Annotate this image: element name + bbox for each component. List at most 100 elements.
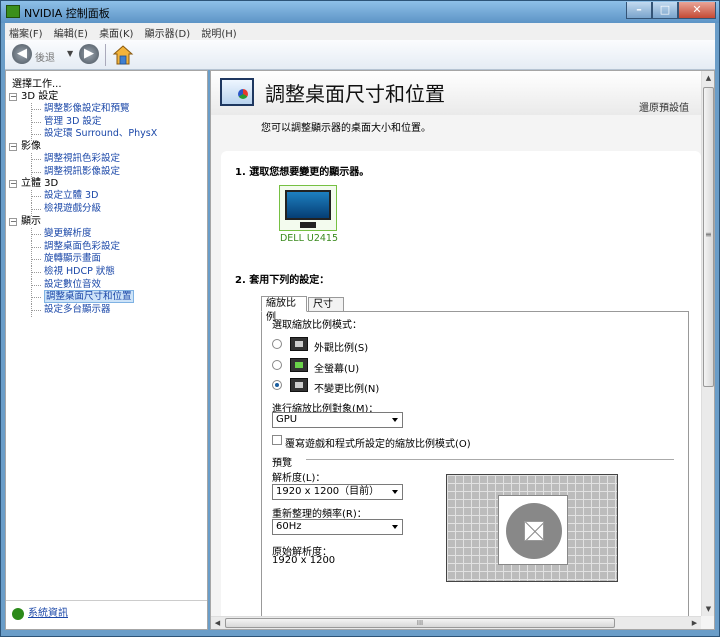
chevron-down-icon xyxy=(392,490,398,494)
tree-item[interactable]: 設定多台顯示器 xyxy=(6,303,206,317)
collapse-icon[interactable]: − xyxy=(9,93,17,101)
option-aspect-ratio[interactable]: 外觀比例(S) xyxy=(314,339,368,354)
maximize-button[interactable]: □ xyxy=(652,2,678,19)
preview-circle xyxy=(506,503,562,559)
tree-category-display[interactable]: − 顯示 xyxy=(6,216,206,228)
chevron-down-icon xyxy=(392,525,398,529)
desktop-size-icon xyxy=(220,78,254,106)
home-icon[interactable] xyxy=(112,44,134,66)
tree-item[interactable]: 調整影像設定和預覽 xyxy=(6,103,206,116)
tree-item[interactable]: 管理 3D 設定 xyxy=(6,115,206,129)
horizontal-scrollbar[interactable]: ◀ III ▶ xyxy=(211,616,701,629)
tree-category-3d-settings[interactable]: −3D 設定 xyxy=(6,91,206,103)
monitor-icon[interactable] xyxy=(279,185,337,231)
aspect-ratio-icon xyxy=(290,337,308,351)
tab-size[interactable]: 尺寸 xyxy=(308,297,344,312)
back-arrow-icon[interactable]: ◀ xyxy=(12,44,32,64)
tree-category-stereo-3d[interactable]: − 立體 3D xyxy=(6,178,206,190)
monitor-label[interactable]: DELL U2415 xyxy=(279,233,339,244)
system-info-label: 系統資訊 xyxy=(28,608,68,619)
native-resolution-value: 1920 x 1200 xyxy=(272,555,336,566)
collapse-icon[interactable]: − xyxy=(9,180,17,189)
system-info-icon xyxy=(12,608,24,620)
scroll-down-icon[interactable]: ▼ xyxy=(702,602,714,616)
tree-item-label: 檢視 HDCP 狀態 xyxy=(44,265,115,277)
minimize-button[interactable]: – xyxy=(626,2,652,19)
scroll-up-icon[interactable]: ▲ xyxy=(702,71,714,85)
nvidia-app-icon xyxy=(6,5,20,18)
vertical-scrollbar[interactable]: ▲ ≡ ▼ xyxy=(701,71,714,616)
task-tree: −3D 設定 調整影像設定和預覽 管理 3D 設定 設定環 Surround、P… xyxy=(6,91,206,317)
tree-item[interactable]: 調整視訊色彩設定 xyxy=(6,153,206,166)
menu-bar: 檔案(F) 編輯(E) 桌面(K) 顯示器(D) 說明(H) xyxy=(5,23,715,40)
system-info-link[interactable]: 系統資訊 xyxy=(12,607,68,621)
sidebar-header: 選擇工作... xyxy=(12,79,62,90)
tree-item-label: 調整視訊影像設定 xyxy=(44,165,121,177)
tree-category-video[interactable]: − 影像 xyxy=(6,141,206,153)
page-description: 您可以調整顯示器的桌面大小和位置。 xyxy=(261,123,431,134)
resolution-select[interactable]: 1920 x 1200（目前） xyxy=(272,484,403,500)
tree-item-label: 設定多台顯示器 xyxy=(44,303,111,315)
scroll-right-icon[interactable]: ▶ xyxy=(688,617,701,629)
title-bar[interactable]: NVIDIA 控制面板 – □ ✕ xyxy=(1,1,719,23)
page-title: 調整桌面尺寸和位置 xyxy=(265,82,445,106)
preview-divider xyxy=(306,459,674,460)
tree-item-selected[interactable]: 調整桌面尺寸和位置 xyxy=(6,290,206,304)
tree-item-label: 調整桌面尺寸和位置 xyxy=(44,290,134,304)
collapse-icon[interactable]: − xyxy=(9,143,17,152)
tree-item[interactable]: 設定立體 3D xyxy=(6,190,206,204)
option-full-screen[interactable]: 全螢幕(U) xyxy=(314,360,359,375)
no-scaling-icon xyxy=(290,378,308,392)
grip-icon: III xyxy=(416,619,424,627)
tree-item-label: 調整桌面色彩設定 xyxy=(44,240,121,252)
override-scaling-label[interactable]: 覆寫遊戲和程式所設定的縮放比例模式(O) xyxy=(285,435,471,450)
tree-item-label: 旋轉顯示畫面 xyxy=(44,253,102,265)
scaling-tab-panel: 選取縮放比例模式： 外觀比例(S) 全螢幕(U) 不變更比例(N) 進行縮放比例… xyxy=(261,311,689,617)
scaling-preview xyxy=(446,474,618,582)
tree-category-label: 立體 3D xyxy=(21,178,59,190)
section-select-display: 1. 選取您想要變更的顯示器。 xyxy=(235,167,370,178)
scroll-left-icon[interactable]: ◀ xyxy=(211,617,224,629)
tree-item[interactable]: 檢視遊戲分級 xyxy=(6,203,206,216)
refresh-rate-select[interactable]: 60Hz xyxy=(272,519,403,535)
forward-arrow-icon[interactable]: ▶ xyxy=(79,44,99,64)
back-label[interactable]: 後退 xyxy=(35,49,55,64)
tree-item-label: 檢視遊戲分級 xyxy=(44,203,102,215)
resolution-label: 解析度(L)： xyxy=(272,473,326,484)
tree-item-label: 設定立體 3D xyxy=(44,190,99,202)
full-screen-icon xyxy=(290,358,308,372)
page-header: 調整桌面尺寸和位置 還原預設值 xyxy=(211,71,701,115)
radio-full-screen[interactable] xyxy=(272,360,282,370)
perform-scaling-on-select[interactable]: GPU xyxy=(272,412,403,428)
grip-icon: ≡ xyxy=(705,230,712,239)
tree-item-label: 管理 3D 設定 xyxy=(44,115,102,127)
tree-item[interactable]: 調整桌面色彩設定 xyxy=(6,240,206,254)
back-dropdown-icon[interactable]: ▼ xyxy=(67,49,73,58)
close-button[interactable]: ✕ xyxy=(678,2,716,19)
tree-item[interactable]: 變更解析度 xyxy=(6,227,206,241)
tree-item[interactable]: 設定環 Surround、PhysX xyxy=(6,128,206,142)
preview-desktop xyxy=(498,495,568,565)
radio-aspect-ratio[interactable] xyxy=(272,339,282,349)
preview-label: 預覽 xyxy=(272,458,292,469)
option-no-scaling[interactable]: 不變更比例(N) xyxy=(314,380,379,395)
radio-no-scaling[interactable] xyxy=(272,380,282,390)
horizontal-scroll-thumb[interactable]: III xyxy=(225,618,615,628)
collapse-icon[interactable]: − xyxy=(9,217,17,226)
restore-defaults-link[interactable]: 還原預設值 xyxy=(639,99,689,114)
tree-item[interactable]: 旋轉顯示畫面 xyxy=(6,253,206,266)
toolbar: ◀ 後退 ▼ ▶ xyxy=(5,40,715,70)
tree-category-label: 影像 xyxy=(21,141,41,153)
chevron-down-icon xyxy=(392,418,398,422)
override-scaling-checkbox[interactable] xyxy=(272,435,282,445)
select-value: 1920 x 1200（目前） xyxy=(276,486,380,497)
tree-item[interactable]: 調整視訊影像設定 xyxy=(6,165,206,179)
tree-item-label: 調整視訊色彩設定 xyxy=(44,153,121,165)
tree-item-label: 設定環 Surround、PhysX xyxy=(44,128,158,140)
vertical-scroll-thumb[interactable]: ≡ xyxy=(703,87,714,387)
tab-scaling[interactable]: 縮放比例 xyxy=(261,296,307,323)
tree-item[interactable]: 檢視 HDCP 狀態 xyxy=(6,265,206,279)
section-apply-settings: 2. 套用下列的設定： xyxy=(235,275,330,286)
preview-square xyxy=(524,521,544,541)
nvidia-control-panel-window: NVIDIA 控制面板 – □ ✕ 檔案(F) 編輯(E) 桌面(K) 顯示器(… xyxy=(0,0,720,637)
